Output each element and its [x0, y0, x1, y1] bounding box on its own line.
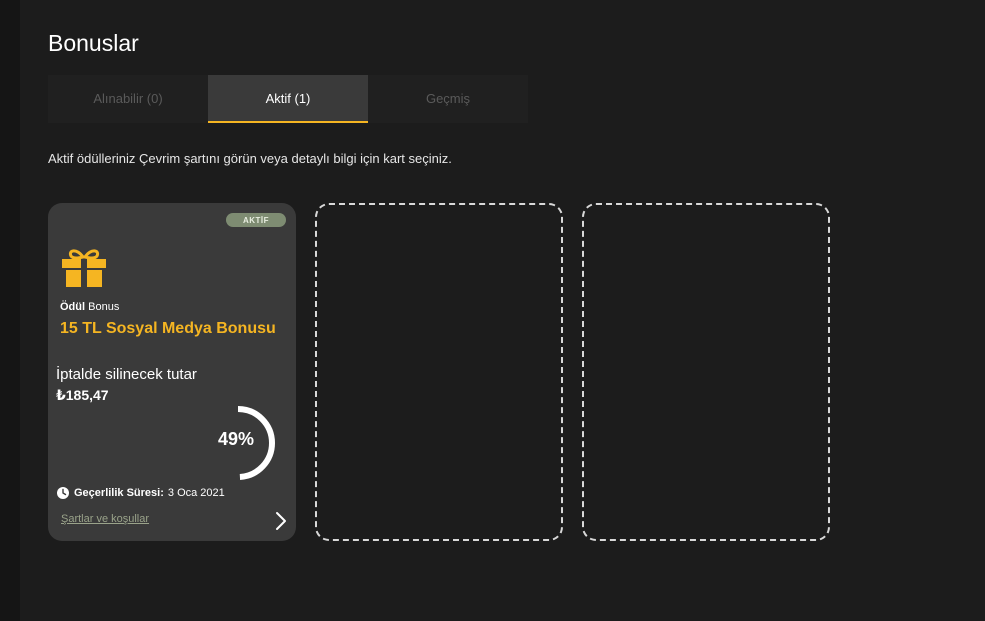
tab-history[interactable]: Geçmiş	[368, 75, 528, 123]
clock-icon	[57, 487, 69, 499]
terms-link[interactable]: Şartlar ve koşullar	[61, 513, 149, 525]
left-sidebar-strip	[0, 0, 20, 621]
empty-bonus-slot	[315, 203, 563, 541]
gift-icon	[60, 247, 108, 294]
reward-type-line: Ödül Bonus	[60, 301, 119, 313]
chevron-right-icon[interactable]	[274, 510, 288, 537]
validity-line: Geçerlilik Süresi: 3 Oca 2021	[57, 487, 225, 499]
tab-active[interactable]: Aktif (1)	[208, 75, 368, 123]
validity-label: Geçerlilik Süresi:	[74, 487, 164, 499]
validity-date: 3 Oca 2021	[167, 487, 225, 499]
cancel-amount-label: İptalde silinecek tutar	[56, 366, 197, 383]
tab-available[interactable]: Alınabilir (0)	[48, 75, 208, 123]
info-text: Aktif ödülleriniz Çevrim şartını görün v…	[48, 151, 452, 166]
empty-bonus-slot	[582, 203, 830, 541]
bonus-title: 15 TL Sosyal Medya Bonusu	[60, 320, 276, 337]
bonus-card[interactable]: AKTİF Ödül Bonus 15 TL Sosyal Medya Bonu…	[48, 203, 296, 541]
reward-label: Ödül	[60, 301, 86, 313]
bonus-panel: Bonuslar Alınabilir (0) Aktif (1) Geçmiş…	[20, 0, 985, 621]
bonus-tabs: Alınabilir (0) Aktif (1) Geçmiş	[48, 75, 528, 123]
status-badge: AKTİF	[226, 213, 286, 227]
cancel-amount-value: ₺185,47	[56, 387, 109, 403]
reward-type: Bonus	[88, 301, 120, 313]
page-title: Bonuslar	[48, 30, 139, 56]
progress-percent: 49%	[218, 429, 255, 449]
